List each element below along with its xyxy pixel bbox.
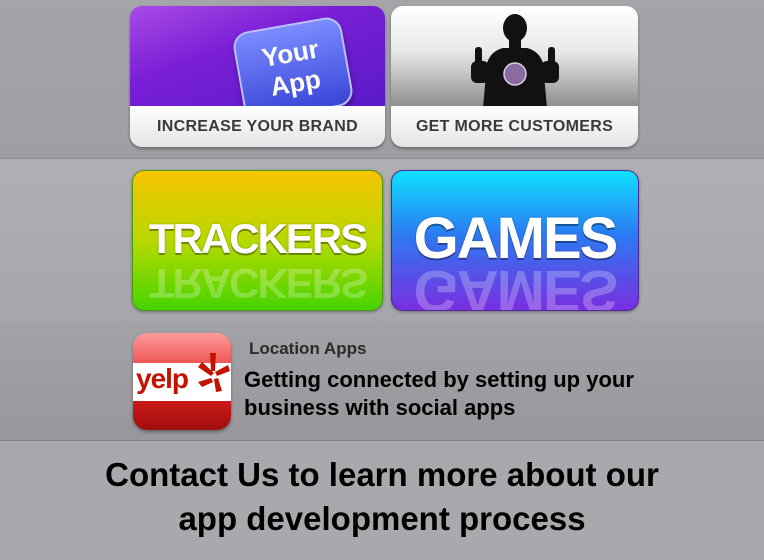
games-reflection: GAMES <box>413 258 617 311</box>
yelp-wordmark: yelp <box>136 363 189 394</box>
get-customers-caption: GET MORE CUSTOMERS <box>391 106 638 147</box>
your-app-artwork: Your App <box>130 6 385 123</box>
yelp-burst-icon <box>198 353 230 392</box>
trackers-reflection: TRACKERS <box>148 260 367 307</box>
contact-us-link[interactable]: Contact Us to learn more about our app d… <box>82 453 682 541</box>
increase-brand-tile[interactable]: Your App INCREASE YOUR BRAND <box>130 6 385 147</box>
trackers-tile[interactable]: TRACKERS TRACKERS <box>132 170 383 311</box>
get-customers-tile[interactable]: GET MORE CUSTOMERS <box>391 6 638 147</box>
location-apps-title: Location Apps <box>249 339 367 358</box>
increase-brand-caption: INCREASE YOUR BRAND <box>130 106 385 147</box>
location-apps-description: Getting connected by setting up your bus… <box>244 367 634 420</box>
trackers-label: TRACKERS <box>148 214 368 262</box>
person-thumbs-up-icon <box>471 14 559 108</box>
yelp-logo-icon[interactable]: yelp <box>133 333 231 430</box>
games-tile[interactable]: GAMES GAMES <box>391 170 639 311</box>
customer-artwork <box>391 6 638 108</box>
